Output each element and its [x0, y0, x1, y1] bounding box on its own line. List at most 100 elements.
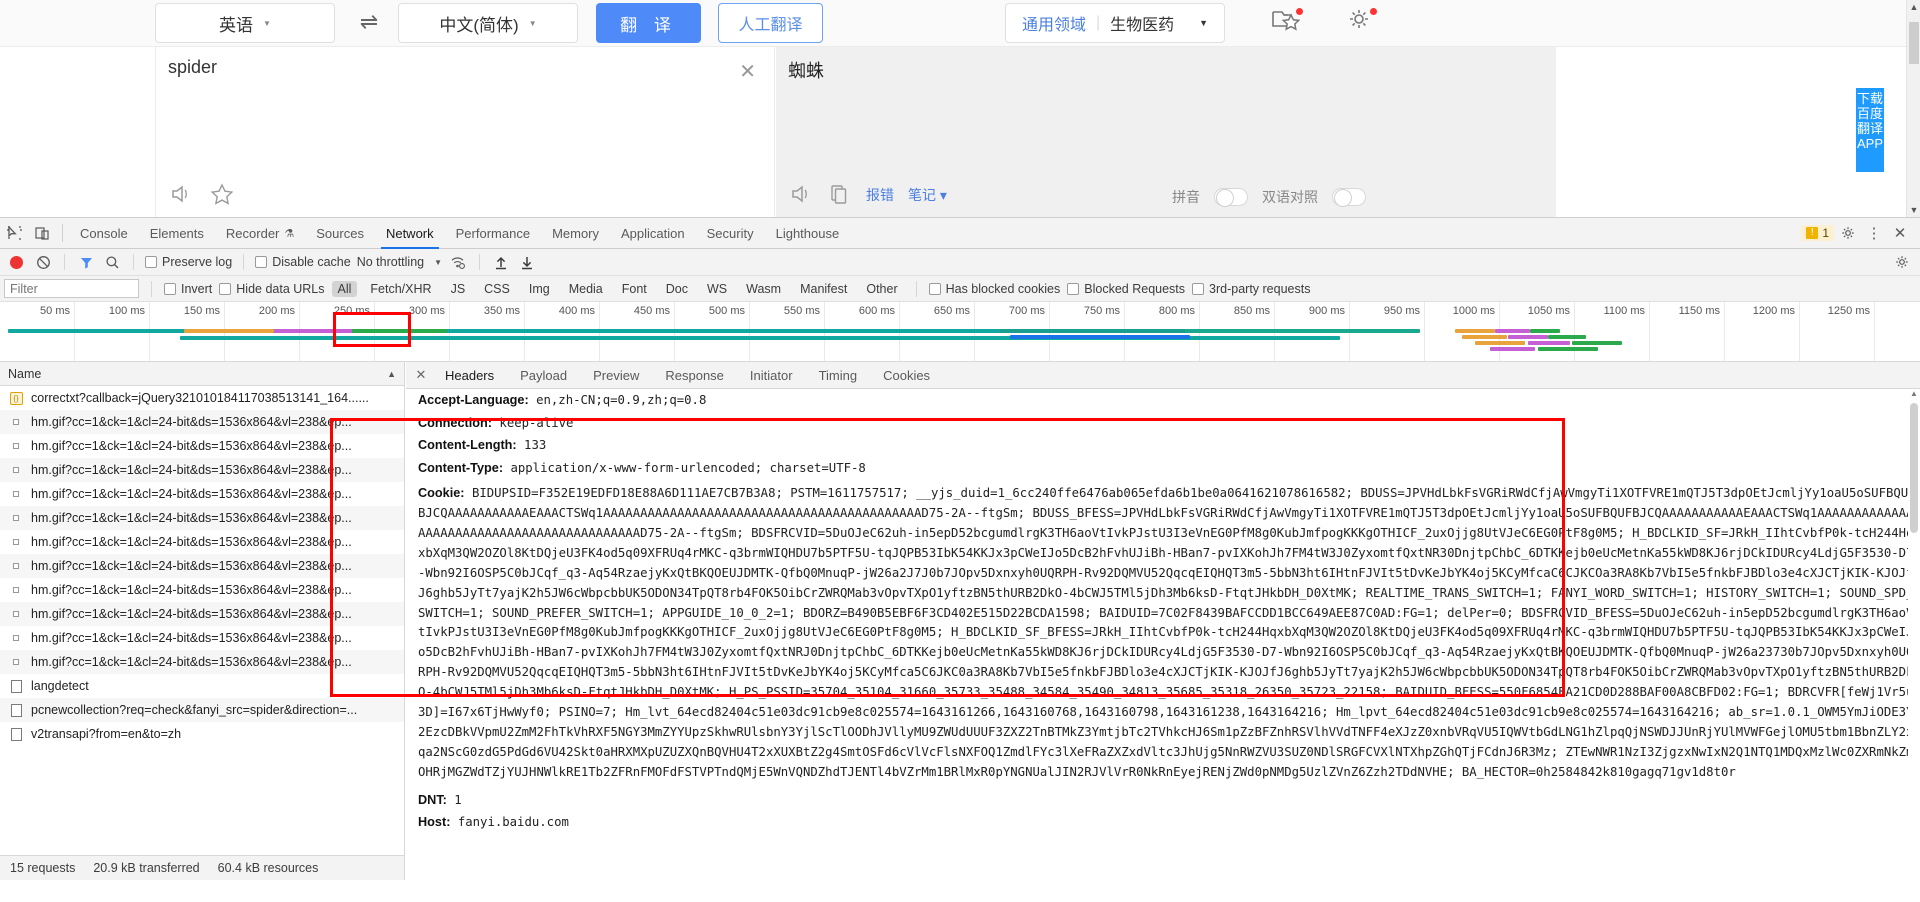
- request-row[interactable]: hm.gif?cc=1&ck=1&cl=24-bit&ds=1536x864&v…: [0, 506, 404, 530]
- request-name: hm.gif?cc=1&ck=1&cl=24-bit&ds=1536x864&v…: [31, 655, 352, 669]
- third-party-requests-checkbox[interactable]: 3rd-party requests: [1192, 282, 1310, 296]
- import-har-icon[interactable]: [491, 252, 511, 272]
- has-blocked-cookies-checkbox[interactable]: Has blocked cookies: [928, 282, 1060, 296]
- report-error-link[interactable]: 报错: [866, 185, 894, 205]
- invert-checkbox[interactable]: Invert: [164, 282, 212, 296]
- sort-ascending-icon[interactable]: ▲: [387, 369, 396, 379]
- device-toolbar-icon[interactable]: [28, 219, 56, 247]
- devtools-tab-network[interactable]: Network: [375, 218, 445, 249]
- resource-filter-manifest[interactable]: Manifest: [794, 281, 853, 297]
- copy-icon[interactable]: [828, 183, 852, 207]
- request-row[interactable]: hm.gif?cc=1&ck=1&cl=24-bit&ds=1536x864&v…: [0, 626, 404, 650]
- hide-data-urls-checkbox[interactable]: Hide data URLs: [219, 282, 325, 296]
- resource-filter-font[interactable]: Font: [616, 281, 653, 297]
- request-row[interactable]: hm.gif?cc=1&ck=1&cl=24-bit&ds=1536x864&v…: [0, 482, 404, 506]
- disable-cache-checkbox[interactable]: Disable cache: [255, 255, 351, 269]
- request-row[interactable]: hm.gif?cc=1&ck=1&cl=24-bit&ds=1536x864&v…: [0, 650, 404, 674]
- request-row[interactable]: v2transapi?from=en&to=zh: [0, 722, 404, 746]
- header-value: application/x-www-form-urlencoded; chars…: [503, 460, 866, 475]
- devtools-tab-elements[interactable]: Elements: [139, 218, 215, 249]
- request-row[interactable]: hm.gif?cc=1&ck=1&cl=24-bit&ds=1536x864&v…: [0, 602, 404, 626]
- close-detail-icon[interactable]: ✕: [410, 367, 432, 383]
- record-button[interactable]: [10, 255, 23, 269]
- human-translate-button[interactable]: 人工翻译: [718, 3, 823, 43]
- more-options-icon[interactable]: ⋮: [1862, 221, 1886, 245]
- blocked-requests-checkbox[interactable]: Blocked Requests: [1067, 282, 1185, 296]
- clear-network-log-icon[interactable]: [33, 252, 53, 272]
- devtools-tab-lighthouse[interactable]: Lighthouse: [765, 218, 851, 249]
- resource-filter-media[interactable]: Media: [563, 281, 609, 297]
- scroll-up-icon[interactable]: ▲: [1909, 2, 1919, 12]
- resource-filter-wasm[interactable]: Wasm: [740, 281, 787, 297]
- scrollbar-thumb[interactable]: [1910, 403, 1918, 533]
- resource-filter-js[interactable]: JS: [445, 281, 472, 297]
- devtools-tab-sources[interactable]: Sources: [305, 218, 375, 249]
- filter-input[interactable]: [4, 279, 139, 298]
- resource-filter-fetch-xhr[interactable]: Fetch/XHR: [364, 281, 437, 297]
- request-row[interactable]: hm.gif?cc=1&ck=1&cl=24-bit&ds=1536x864&v…: [0, 530, 404, 554]
- target-language-select[interactable]: 中文(简体) ▼: [398, 3, 578, 43]
- resource-filter-img[interactable]: Img: [523, 281, 556, 297]
- page-scrollbar[interactable]: ▲ ▼: [1906, 0, 1920, 217]
- export-har-icon[interactable]: [517, 252, 537, 272]
- request-row[interactable]: hm.gif?cc=1&ck=1&cl=24-bit&ds=1536x864&v…: [0, 434, 404, 458]
- warning-badge[interactable]: ! 1: [1801, 225, 1834, 241]
- pinyin-toggle[interactable]: [1214, 188, 1248, 207]
- scroll-up-icon[interactable]: ▲: [1908, 389, 1920, 398]
- resource-filter-css[interactable]: CSS: [478, 281, 516, 297]
- inspect-element-icon[interactable]: [0, 219, 28, 247]
- resource-filter-ws[interactable]: WS: [701, 281, 733, 297]
- detail-tab-payload[interactable]: Payload: [507, 362, 580, 389]
- devtools-tab-console[interactable]: Console: [69, 218, 139, 249]
- speaker-icon[interactable]: [170, 183, 194, 207]
- clear-icon[interactable]: ✕: [739, 59, 756, 84]
- detail-tab-response[interactable]: Response: [652, 362, 737, 389]
- img-icon: [8, 510, 24, 526]
- settings-gear-icon[interactable]: [1836, 221, 1860, 245]
- request-row[interactable]: pcnewcollection?req=check&fanyi_src=spid…: [0, 698, 404, 722]
- search-icon[interactable]: [102, 252, 122, 272]
- notes-link[interactable]: 笔记 ▾: [908, 185, 947, 205]
- source-language-select[interactable]: 英语 ▼: [155, 3, 335, 43]
- detail-tab-initiator[interactable]: Initiator: [737, 362, 806, 389]
- request-row[interactable]: hm.gif?cc=1&ck=1&cl=24-bit&ds=1536x864&v…: [0, 554, 404, 578]
- network-overview-timeline[interactable]: 50 ms 100 ms 150 ms 200 ms 250 ms 300 ms 350 m…: [0, 302, 1920, 362]
- throttling-select[interactable]: No throttling ▼: [357, 255, 442, 269]
- network-conditions-icon[interactable]: [448, 252, 468, 272]
- collection-folder-icon[interactable]: [1270, 6, 1306, 42]
- request-row[interactable]: langdetect: [0, 674, 404, 698]
- devtools-tab-recorder[interactable]: Recorder ⚗: [215, 218, 305, 249]
- resource-filter-doc[interactable]: Doc: [660, 281, 694, 297]
- filter-funnel-icon[interactable]: [76, 252, 96, 272]
- resource-filter-all[interactable]: All: [331, 280, 358, 297]
- request-row[interactable]: {} correctxt?callback=jQuery3210101841170…: [0, 386, 404, 410]
- detail-tab-cookies[interactable]: Cookies: [870, 362, 943, 389]
- devtools-tab-application[interactable]: Application: [610, 218, 696, 249]
- detail-tab-timing[interactable]: Timing: [806, 362, 871, 389]
- network-settings-gear-icon[interactable]: [1892, 252, 1912, 272]
- bilingual-toggle[interactable]: [1332, 188, 1366, 207]
- devtools-tab-performance[interactable]: Performance: [445, 218, 541, 249]
- swap-languages-icon[interactable]: ⇌: [355, 8, 383, 36]
- detail-scrollbar[interactable]: ▲: [1908, 389, 1920, 880]
- translate-button[interactable]: 翻 译: [596, 3, 701, 43]
- source-text-pane[interactable]: spider ✕: [155, 47, 775, 217]
- domain-select[interactable]: 通用领域 | 生物医药 ▼: [1005, 3, 1225, 43]
- speaker-icon[interactable]: [790, 183, 814, 207]
- scroll-down-icon[interactable]: ▼: [1909, 205, 1919, 215]
- request-row[interactable]: hm.gif?cc=1&ck=1&cl=24-bit&ds=1536x864&v…: [0, 578, 404, 602]
- resource-filter-other[interactable]: Other: [860, 281, 903, 297]
- request-row[interactable]: hm.gif?cc=1&ck=1&cl=24-bit&ds=1536x864&v…: [0, 458, 404, 482]
- scrollbar-thumb[interactable]: [1909, 22, 1919, 64]
- request-list-header[interactable]: Name ▲: [0, 362, 404, 386]
- detail-tab-preview[interactable]: Preview: [580, 362, 652, 389]
- preserve-log-checkbox[interactable]: Preserve log: [145, 255, 232, 269]
- close-devtools-icon[interactable]: ✕: [1888, 221, 1912, 245]
- detail-tab-headers[interactable]: Headers: [432, 362, 507, 389]
- gear-icon[interactable]: [1344, 6, 1380, 42]
- download-app-button[interactable]: 下载百度翻译APP: [1856, 88, 1884, 172]
- favorite-star-icon[interactable]: [210, 183, 234, 207]
- request-row[interactable]: hm.gif?cc=1&ck=1&cl=24-bit&ds=1536x864&v…: [0, 410, 404, 434]
- devtools-tab-memory[interactable]: Memory: [541, 218, 610, 249]
- devtools-tab-security[interactable]: Security: [696, 218, 765, 249]
